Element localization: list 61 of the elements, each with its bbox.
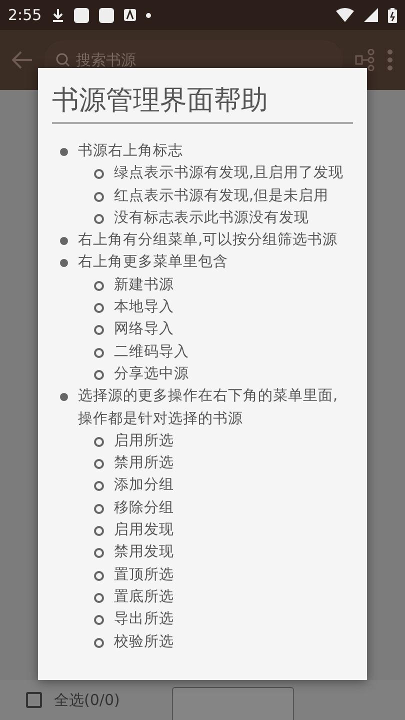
notification-icon — [74, 8, 89, 22]
help-item: 选择源的更多操作在右下角的菜单里面,操作都是针对选择的书源 — [78, 387, 339, 429]
help-item: 书源右上角标志 — [78, 142, 183, 161]
bullet-icon — [94, 638, 104, 648]
select-all-label[interactable]: 全选(0/0) — [54, 690, 120, 710]
help-subitem: 分享选中源 — [114, 364, 189, 384]
help-subitem: 绿点表示书源有发现,且启用了发现 — [114, 164, 344, 184]
bullet-icon — [94, 348, 104, 358]
help-subitem: 禁用所选 — [114, 454, 174, 474]
help-subitem: 新建书源 — [114, 276, 174, 295]
battery-icon — [388, 8, 397, 22]
bullet-icon — [94, 214, 104, 224]
download-icon — [52, 8, 64, 22]
bullet-icon — [94, 192, 104, 202]
bullet-icon — [94, 481, 104, 492]
bullet-icon — [94, 548, 104, 558]
bullet-icon — [94, 370, 104, 380]
bullet-icon — [94, 303, 104, 314]
bullet-icon — [94, 615, 104, 626]
help-subitem: 添加分组 — [114, 476, 174, 496]
help-subitem: 移除分组 — [114, 498, 174, 518]
help-item: 右上角更多菜单里包含 — [78, 253, 228, 272]
group-icon[interactable] — [355, 49, 375, 71]
help-subitem: 置顶所选 — [114, 566, 174, 585]
bullet-icon — [60, 237, 68, 246]
more-icon[interactable] — [387, 49, 393, 71]
status-time: 2:55 — [8, 6, 42, 24]
notification-icon — [98, 8, 114, 22]
help-subitem: 置底所选 — [114, 588, 174, 607]
help-subitem: 没有标志表示此书源没有发现 — [114, 208, 309, 228]
bullet-icon — [94, 526, 104, 536]
wifi-icon — [336, 8, 354, 22]
help-subitem: 红点表示书源有发现,但是未启用 — [114, 186, 329, 206]
menu-button[interactable] — [172, 687, 294, 720]
help-subitem: 启用发现 — [114, 520, 174, 540]
search-field[interactable]: 搜索书源 — [74, 50, 198, 70]
help-subitem: 启用所选 — [114, 432, 174, 451]
bullet-icon — [94, 570, 104, 581]
help-subitem: 本地导入 — [114, 298, 174, 318]
bullet-icon — [94, 280, 104, 291]
bullet-icon — [94, 169, 104, 180]
bullet-icon — [60, 393, 68, 402]
bullet-icon — [94, 436, 104, 447]
help-item: 右上角有分组菜单,可以按分组筛选书源 — [78, 231, 338, 250]
help-subitem: 导出所选 — [114, 610, 174, 630]
dot-icon — [146, 12, 151, 18]
bullet-icon — [60, 259, 68, 268]
help-subitem: 校验所选 — [114, 632, 174, 652]
select-all-checkbox[interactable] — [26, 692, 42, 708]
bullet-icon — [94, 459, 104, 470]
help-subitem: 禁用发现 — [114, 543, 174, 562]
back-icon[interactable] — [12, 51, 32, 69]
bullet-icon — [94, 592, 104, 603]
dialog-title: 书源管理界面帮助 — [52, 82, 353, 124]
help-subitem: 二维码导入 — [114, 342, 189, 362]
bullet-icon — [60, 148, 68, 156]
signal-icon — [364, 8, 378, 22]
help-subitem: 网络导入 — [114, 320, 174, 340]
bullet-icon — [94, 325, 104, 336]
search-icon — [56, 53, 70, 67]
bullet-icon — [94, 504, 104, 514]
